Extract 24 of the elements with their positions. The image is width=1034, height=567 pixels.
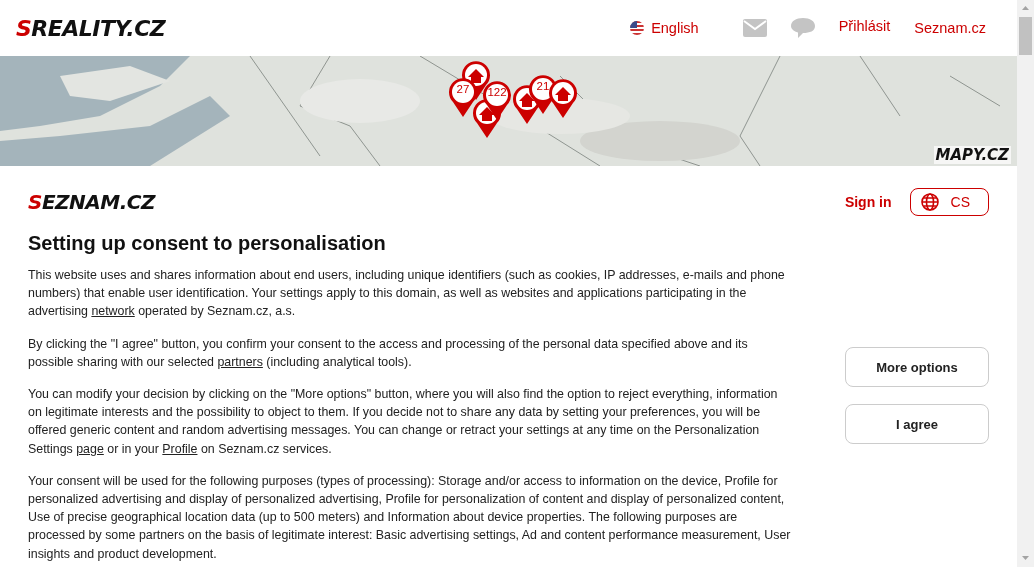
seznam-logo: SEZNAM.CZ xyxy=(28,190,155,214)
site-logo[interactable]: SREALITY.CZ xyxy=(16,15,166,41)
header-link[interactable]: Seznam.cz xyxy=(914,20,986,36)
agree-button[interactable]: I agree xyxy=(845,404,989,444)
text-link[interactable]: network xyxy=(91,304,135,319)
consent-paragraph: This website uses and shares information about end users, including unique identifiers (such as cookies, IP addresses, e-mails and phone numbers) that enable user identification. Your settings apply to this domain, as well as websites and applications participating in the advertising network operated by Seznam.cz, a.s. xyxy=(28,267,786,321)
text-link[interactable]: page xyxy=(76,441,104,456)
text-link[interactable]: Profile xyxy=(162,441,198,456)
consent-title: Setting up consent to personalisation xyxy=(28,232,387,255)
consent-paragraph: By clicking the "I agree" button, you confirm your consent to the access and processing of the personal data specified above and its possible sharing with our selected partners (including analytical tools). xyxy=(28,335,749,371)
map-pin[interactable]: 122 xyxy=(482,81,512,121)
sign-in-link[interactable]: Sign in xyxy=(844,194,892,210)
more-options-button[interactable]: More options xyxy=(845,347,989,387)
consent-paragraph: You can modify your decision by clicking on the "More options" button, where you will also find the option to reject everything, information on legitimate interests and the possibility to object to them. If you decide not to share any data by setting your preferences, you will be offered generic content and random advertising messages. You can change or retract your settings at any time on the Personalization Settings page or in your Profile on Seznam.cz services. xyxy=(28,386,779,458)
globe-icon xyxy=(920,193,939,211)
header-link[interactable]: Přihlásit xyxy=(838,18,891,34)
language-button[interactable]: CS xyxy=(909,188,989,216)
map-pin[interactable] xyxy=(548,79,578,119)
language-link[interactable]: English xyxy=(630,20,699,36)
consent-paragraph: Your consent will be used for the following purposes (types of processing): Storage and/or access to information on the device, Profile for personalized advertising and display of personalized advertising, Profile for personalization of content and display of personalized content, Use of precise geographical location data (up to 500 meters) and Information about device properties. The following purposes are processed by some partners on the basis of legitimate interest: Basic advertising settings, Ad and content performance measurement, User insights and product development. xyxy=(28,472,792,563)
flag-icon xyxy=(630,21,645,35)
text-link[interactable]: partners xyxy=(217,354,263,369)
map-logo: MAPY.CZ xyxy=(933,146,1011,164)
map-pin[interactable]: 27 xyxy=(448,78,478,118)
